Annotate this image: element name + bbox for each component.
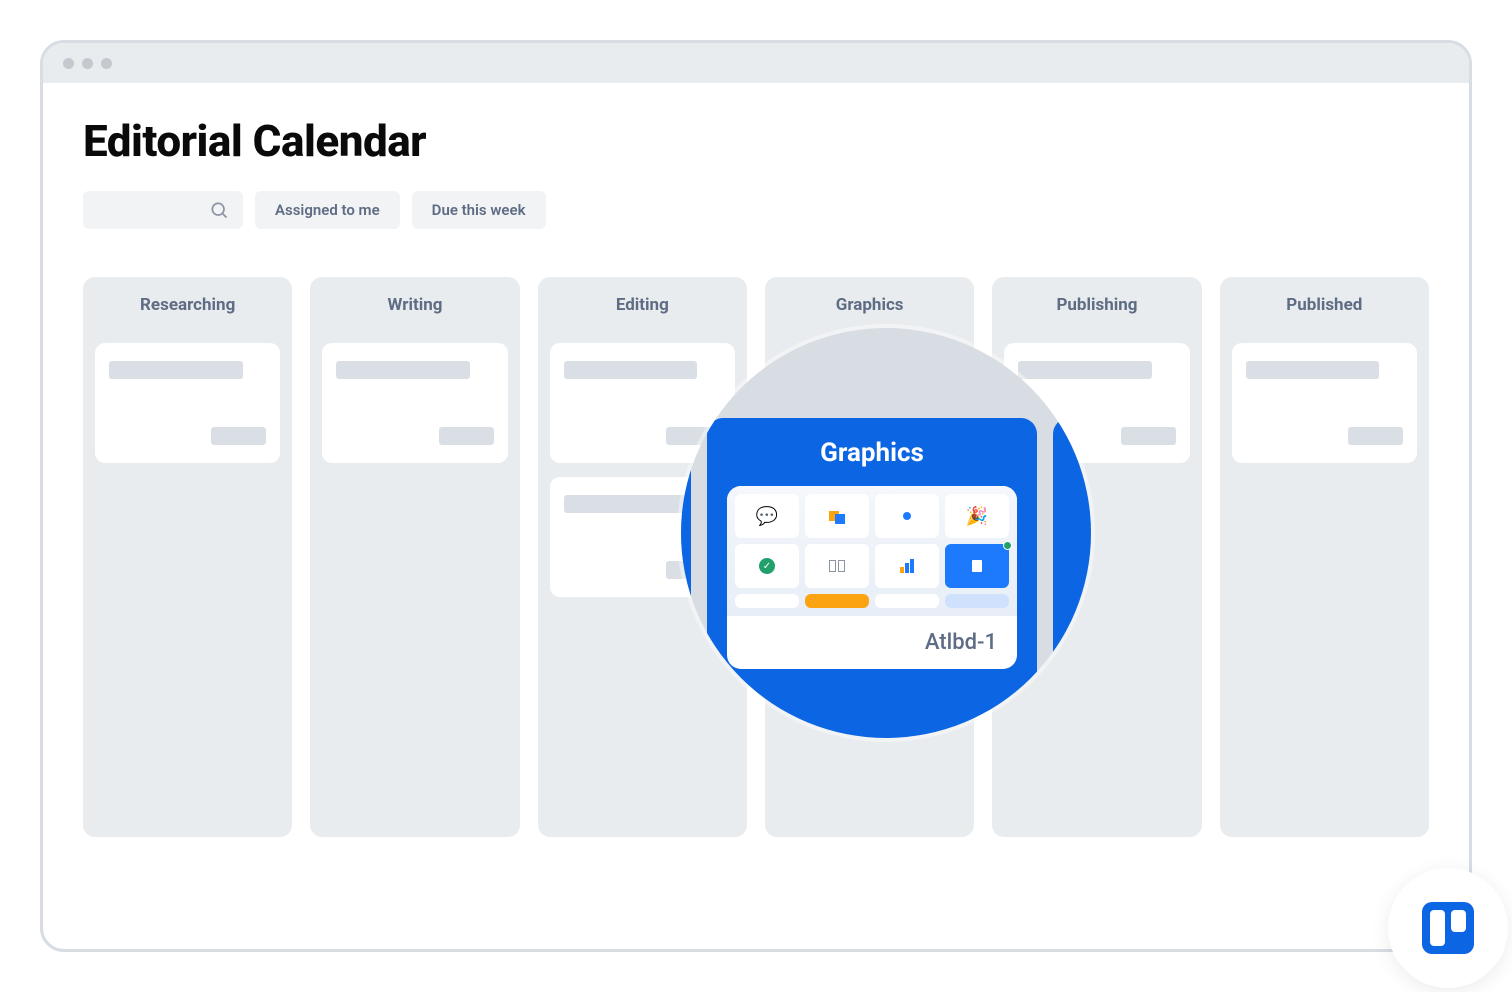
- window-title-bar: [43, 43, 1469, 83]
- skeleton-text: [439, 427, 494, 445]
- magnified-column-graphics: Graphics 💬 🎉: [707, 418, 1037, 738]
- toolbar: Assigned to me Due this week: [83, 191, 1429, 229]
- card-placeholder[interactable]: [322, 343, 507, 463]
- filter-due-this-week[interactable]: Due this week: [412, 191, 546, 229]
- magnified-column-title: Graphics: [727, 438, 1017, 468]
- traffic-light-zoom[interactable]: [101, 58, 112, 69]
- preview-tile-icon: [805, 494, 869, 538]
- skeleton-text: [1121, 427, 1176, 445]
- magnified-column-edge-right: [1053, 418, 1091, 738]
- card-placeholder[interactable]: [95, 343, 280, 463]
- page-title: Editorial Calendar: [83, 115, 1429, 167]
- preview-tile-icon: [945, 544, 1009, 588]
- magnified-view: Graphics 💬 🎉: [681, 328, 1091, 738]
- column-header: Graphics: [777, 295, 962, 315]
- skeleton-text: [564, 361, 698, 379]
- preview-tile-icon: [945, 594, 1009, 608]
- traffic-light-minimize[interactable]: [82, 58, 93, 69]
- column-header: Publishing: [1004, 295, 1189, 315]
- column-header: Writing: [322, 295, 507, 315]
- skeleton-text: [1348, 427, 1403, 445]
- skeleton-text: [1018, 361, 1152, 379]
- preview-tile-icon: 💬: [735, 494, 799, 538]
- column-header: Editing: [550, 295, 735, 315]
- preview-tile-icon: ✓: [735, 544, 799, 588]
- preview-tile-icon: [875, 594, 939, 608]
- skeleton-text: [211, 427, 266, 445]
- card-placeholder[interactable]: [1232, 343, 1417, 463]
- filter-assigned-to-me[interactable]: Assigned to me: [255, 191, 400, 229]
- preview-tile-icon: [805, 544, 869, 588]
- card-id-label: Atlbd-1: [727, 616, 1017, 669]
- trello-icon: [1422, 902, 1474, 954]
- skeleton-text: [1246, 361, 1380, 379]
- column-header: Published: [1232, 295, 1417, 315]
- preview-tile-icon: [735, 594, 799, 608]
- skeleton-text: [564, 495, 698, 513]
- preview-tile-icon: 🎉: [945, 494, 1009, 538]
- column-header: Researching: [95, 295, 280, 315]
- search-input[interactable]: [83, 191, 243, 229]
- preview-tile-icon: [805, 594, 869, 608]
- column-published[interactable]: Published: [1220, 277, 1429, 837]
- skeleton-text: [109, 361, 243, 379]
- column-researching[interactable]: Researching: [83, 277, 292, 837]
- card-cover-preview: 💬 🎉 ✓: [727, 486, 1017, 616]
- magnified-card[interactable]: 💬 🎉 ✓: [727, 486, 1017, 669]
- column-writing[interactable]: Writing: [310, 277, 519, 837]
- preview-tile-icon: [875, 544, 939, 588]
- skeleton-text: [336, 361, 470, 379]
- preview-tile-icon: [875, 494, 939, 538]
- app-window-frame: Editorial Calendar Assigned to me Due th…: [40, 40, 1472, 952]
- magnified-column-edge-left: [681, 418, 691, 738]
- app-badge: [1388, 868, 1508, 988]
- search-icon: [209, 200, 229, 220]
- traffic-light-close[interactable]: [63, 58, 74, 69]
